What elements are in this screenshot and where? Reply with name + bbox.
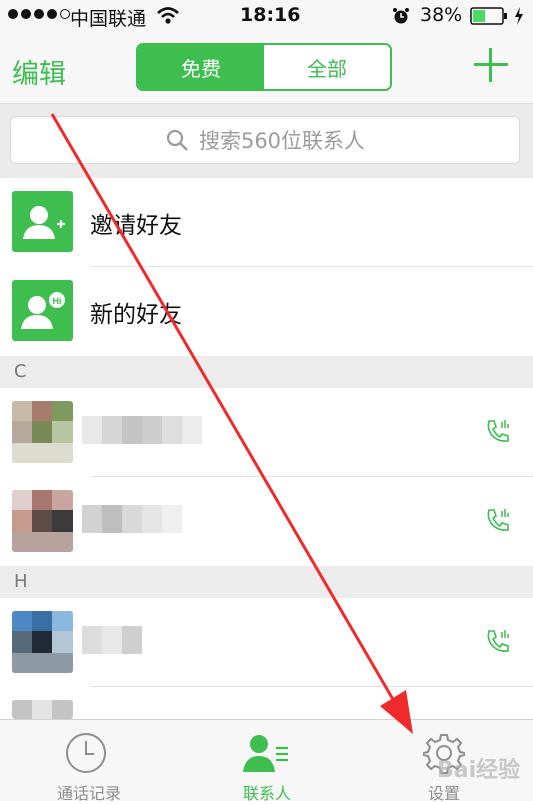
tab-contacts[interactable]: 联系人 <box>178 720 356 803</box>
alarm-icon <box>393 8 409 24</box>
call-icon[interactable] <box>485 628 511 654</box>
call-icon[interactable] <box>485 507 511 533</box>
search-input[interactable]: 搜索560位联系人 <box>10 116 520 164</box>
new-friends-label: 新的好友 <box>90 302 182 328</box>
search-area: 搜索560位联系人 <box>0 104 533 178</box>
invite-friend-icon <box>12 191 73 252</box>
new-friends-row[interactable]: Hi 新的好友 <box>0 267 533 356</box>
wifi-icon <box>157 7 179 24</box>
avatar <box>12 401 73 463</box>
invite-friends-row[interactable]: 邀请好友 <box>0 178 533 267</box>
svg-text:Hi: Hi <box>53 296 62 306</box>
tab-contacts-label: 联系人 <box>242 784 291 803</box>
add-contact-button[interactable] <box>474 48 508 82</box>
clock-time: 18:16 <box>240 4 301 26</box>
contact-row[interactable] <box>0 687 533 719</box>
invite-friends-label: 邀请好友 <box>90 213 182 239</box>
section-letter: H <box>14 571 28 592</box>
segment-free[interactable]: 免费 <box>138 45 264 89</box>
battery-icon <box>470 7 507 25</box>
section-letter: C <box>14 361 27 382</box>
status-bar: 中国联通 18:16 38% <box>0 0 533 32</box>
carrier-label: 中国联通 <box>70 8 147 30</box>
avatar <box>12 611 73 673</box>
clock-icon <box>66 733 106 773</box>
section-header-h: H <box>0 566 533 598</box>
contact-name-blurred <box>82 626 142 654</box>
section-header-c: C <box>0 356 533 388</box>
edit-button[interactable]: 编辑 <box>12 52 66 91</box>
contact-name-blurred <box>82 505 182 533</box>
contact-name-blurred <box>82 416 202 444</box>
search-icon <box>166 129 188 151</box>
contact-row[interactable] <box>0 477 533 566</box>
contact-row[interactable] <box>0 598 533 687</box>
avatar <box>12 700 73 719</box>
search-placeholder: 搜索560位联系人 <box>198 129 366 153</box>
call-icon[interactable] <box>485 418 511 444</box>
contacts-icon <box>243 735 288 772</box>
contact-row[interactable] <box>0 388 533 477</box>
tab-call-log-label: 通话记录 <box>56 784 121 803</box>
charging-bolt-icon <box>515 7 523 25</box>
avatar <box>12 490 73 552</box>
nav-bar: 编辑 免费 全部 <box>0 32 533 104</box>
new-friends-icon: Hi <box>12 280 73 341</box>
segment-control: 免费 全部 <box>136 43 392 91</box>
tab-call-log[interactable]: 通话记录 <box>0 720 178 803</box>
watermark: Bai经验 <box>437 758 521 783</box>
segment-all[interactable]: 全部 <box>264 45 390 89</box>
signal-strength-icon <box>8 9 70 19</box>
battery-percent: 38% <box>420 4 463 26</box>
